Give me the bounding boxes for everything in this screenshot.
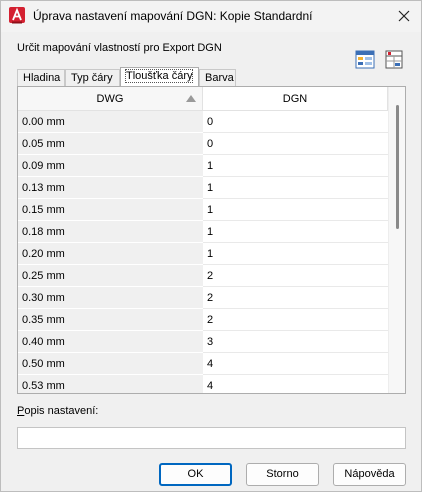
tab-tloustka-cary[interactable]: Tloušťka čáry <box>120 67 199 87</box>
mapping-grid: DWG DGN 0.00 mm 0 0.05 mm 0 0.09 mm 1 0.13 … <box>17 86 406 394</box>
cell-dwg: 0.30 mm <box>18 287 203 309</box>
description-label: Popis nastavení: <box>17 405 98 417</box>
cell-dwg: 0.15 mm <box>18 199 203 221</box>
table-row[interactable]: 0.30 mm 2 <box>18 287 388 309</box>
cell-dgn[interactable]: 0 <box>203 111 388 133</box>
tab-barva[interactable]: Barva <box>199 69 236 87</box>
tab-label: Typ čáry <box>71 72 113 84</box>
cell-dwg: 0.53 mm <box>18 375 203 393</box>
table-row[interactable]: 0.09 mm 1 <box>18 155 388 177</box>
table-row[interactable]: 0.40 mm 3 <box>18 331 388 353</box>
cell-dgn[interactable]: 0 <box>203 133 388 155</box>
vertical-scrollbar[interactable] <box>388 87 405 393</box>
close-button[interactable] <box>393 6 415 26</box>
table-export-button[interactable] <box>383 49 405 71</box>
cell-dwg: 0.09 mm <box>18 155 203 177</box>
sort-ascending-icon <box>186 95 196 102</box>
cell-dgn[interactable]: 4 <box>203 353 388 375</box>
close-icon <box>398 10 410 22</box>
ok-button[interactable]: OK <box>159 463 232 486</box>
instructions-label: Určit mapování vlastností pro Export DGN <box>17 42 222 54</box>
cell-dwg: 0.40 mm <box>18 331 203 353</box>
scrollbar-thumb[interactable] <box>396 105 399 229</box>
dialog-window: Úprava nastavení mapování DGN: Kopie Sta… <box>0 0 422 492</box>
column-header-label: DWG <box>96 93 124 105</box>
cell-dgn[interactable]: 2 <box>203 265 388 287</box>
cell-dgn[interactable]: 2 <box>203 287 388 309</box>
table-row[interactable]: 0.13 mm 1 <box>18 177 388 199</box>
cell-dwg: 0.13 mm <box>18 177 203 199</box>
tab-label: Tloušťka čáry <box>124 69 194 83</box>
tab-hladina[interactable]: Hladina <box>17 69 65 87</box>
cell-dgn[interactable]: 1 <box>203 155 388 177</box>
grid-rows: 0.00 mm 0 0.05 mm 0 0.09 mm 1 0.13 mm 1 0.15… <box>18 111 388 393</box>
autocad-app-icon <box>9 7 25 25</box>
table-row[interactable]: 0.53 mm 4 <box>18 375 388 393</box>
cell-dwg: 0.50 mm <box>18 353 203 375</box>
cell-dwg: 0.18 mm <box>18 221 203 243</box>
title-bar[interactable]: Úprava nastavení mapování DGN: Kopie Sta… <box>1 1 421 32</box>
description-input[interactable] <box>17 427 406 449</box>
tab-label: Hladina <box>23 72 61 84</box>
grid-header: DWG DGN <box>18 87 405 111</box>
table-settings-icon <box>355 50 375 69</box>
cell-dgn[interactable]: 1 <box>203 243 388 265</box>
cell-dgn[interactable]: 3 <box>203 331 388 353</box>
tab-typ-cary[interactable]: Typ čáry <box>65 69 120 87</box>
cell-dgn[interactable]: 2 <box>203 309 388 331</box>
cell-dwg: 0.20 mm <box>18 243 203 265</box>
table-row[interactable]: 0.05 mm 0 <box>18 133 388 155</box>
cell-dgn[interactable]: 1 <box>203 221 388 243</box>
table-row[interactable]: 0.35 mm 2 <box>18 309 388 331</box>
cell-dgn[interactable]: 4 <box>203 375 388 393</box>
table-row[interactable]: 0.25 mm 2 <box>18 265 388 287</box>
table-row[interactable]: 0.50 mm 4 <box>18 353 388 375</box>
cell-dgn[interactable]: 1 <box>203 199 388 221</box>
table-row[interactable]: 0.15 mm 1 <box>18 199 388 221</box>
cell-dwg: 0.00 mm <box>18 111 203 133</box>
table-export-icon <box>385 50 403 69</box>
window-title: Úprava nastavení mapování DGN: Kopie Sta… <box>33 9 313 23</box>
description-label-text: opis nastavení: <box>24 405 99 417</box>
table-settings-button[interactable] <box>354 49 376 71</box>
cell-dwg: 0.25 mm <box>18 265 203 287</box>
table-row[interactable]: 0.20 mm 1 <box>18 243 388 265</box>
help-button[interactable]: Nápověda <box>333 463 406 486</box>
cell-dwg: 0.35 mm <box>18 309 203 331</box>
cell-dgn[interactable]: 1 <box>203 177 388 199</box>
cell-dwg: 0.05 mm <box>18 133 203 155</box>
column-header-dwg[interactable]: DWG <box>18 87 203 111</box>
column-header-label: DGN <box>282 93 308 105</box>
column-header-dgn[interactable]: DGN <box>203 87 388 111</box>
tab-label: Barva <box>205 72 234 84</box>
table-row[interactable]: 0.00 mm 0 <box>18 111 388 133</box>
cancel-button[interactable]: Storno <box>246 463 319 486</box>
table-row[interactable]: 0.18 mm 1 <box>18 221 388 243</box>
